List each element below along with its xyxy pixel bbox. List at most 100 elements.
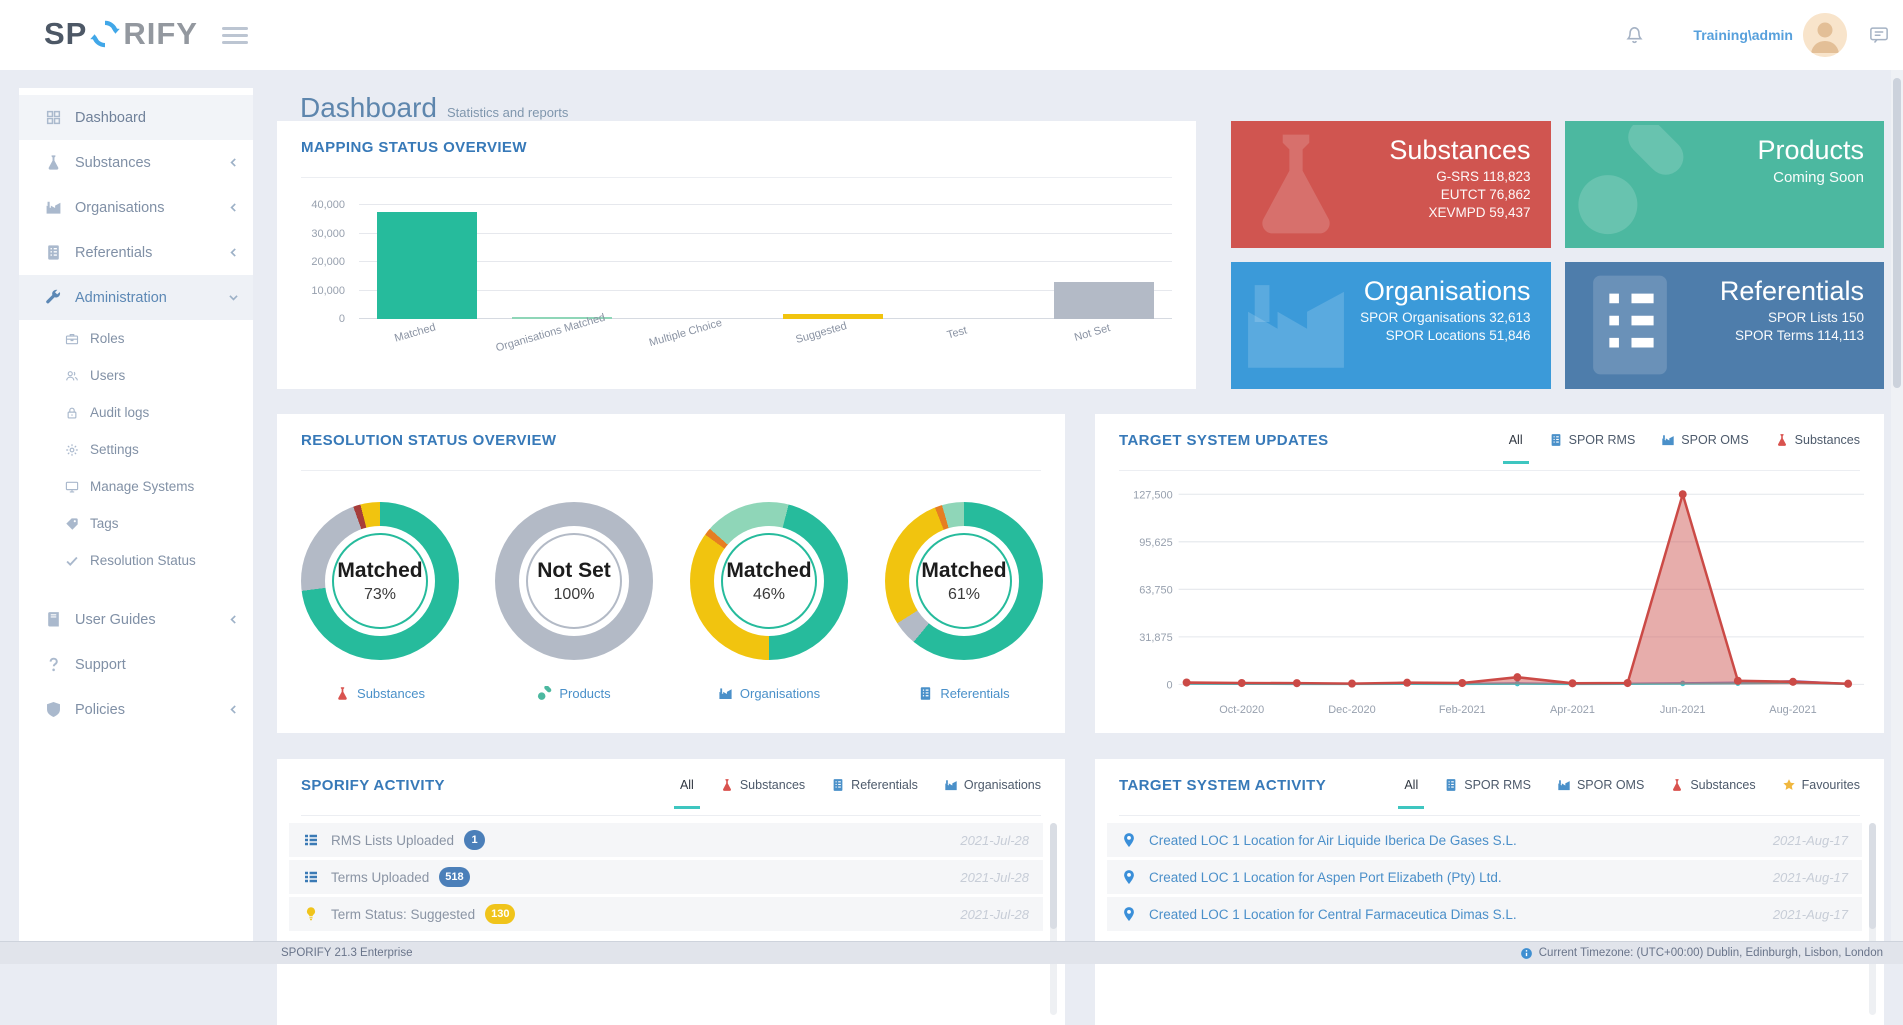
factory-icon [718, 686, 733, 701]
list-item[interactable]: RMS Lists Uploaded 1 2021-Jul-28 [289, 823, 1043, 857]
sidebar-item-tags[interactable]: Tags [19, 505, 253, 542]
sidebar-item-settings[interactable]: Settings [19, 431, 253, 468]
sidebar-item-roles[interactable]: Roles [19, 320, 253, 357]
tab-substances[interactable]: Substances [1670, 778, 1755, 792]
notifications-bell-icon[interactable] [1624, 24, 1645, 45]
panel-title: TARGET SYSTEM ACTIVITY [1119, 777, 1326, 794]
list-icon [1549, 433, 1563, 447]
activity-list: RMS Lists Uploaded 1 2021-Jul-28 Terms U… [289, 823, 1043, 934]
panel-title: TARGET SYSTEM UPDATES [1119, 432, 1329, 449]
list-scrollbar[interactable] [1050, 823, 1057, 1015]
item-date: 2021-Aug-17 [1773, 907, 1848, 922]
menu-toggle-icon[interactable] [222, 27, 248, 44]
sidebar-item-dashboard[interactable]: Dashboard [19, 95, 253, 140]
products-card[interactable]: Products Coming Soon [1565, 121, 1885, 248]
tab-spor-rms[interactable]: SPOR RMS [1444, 778, 1531, 792]
tab-favourites[interactable]: Favourites [1782, 778, 1860, 792]
tab-substances[interactable]: Substances [720, 778, 805, 792]
sidebar-item-audit-logs[interactable]: Audit logs [19, 394, 253, 431]
item-date: 2021-Jul-28 [960, 870, 1029, 885]
organisations-card[interactable]: Organisations SPOR Organisations 32,613 … [1231, 262, 1551, 389]
tab-all[interactable]: All [1404, 778, 1418, 792]
list-icon [1444, 778, 1458, 792]
sidebar-item-substances[interactable]: Substances [19, 140, 253, 185]
bar-suggested [783, 314, 883, 319]
activity-link[interactable]: Created LOC 1 Location for Air Liquide I… [1149, 833, 1517, 848]
substances-card[interactable]: Substances G-SRS 118,823 EUTCT 76,862 XE… [1231, 121, 1551, 248]
sidebar-item-referentials[interactable]: Referentials [19, 230, 253, 275]
monitor-icon [65, 480, 79, 494]
flask-icon [335, 686, 350, 701]
donut-substances: Matched 73% [301, 502, 459, 660]
item-date: 2021-Jul-28 [960, 833, 1029, 848]
tab-organisations[interactable]: Organisations [944, 778, 1041, 792]
donut-caption-substances[interactable]: Substances [301, 686, 459, 701]
list-item[interactable]: Created LOC 1 Location for Air Liquide I… [1107, 823, 1862, 857]
app-logo[interactable]: SP RIFY [44, 16, 198, 52]
briefcase-icon [65, 332, 79, 346]
check-icon [65, 554, 79, 568]
activity-link[interactable]: Created LOC 1 Location for Aspen Port El… [1149, 870, 1502, 885]
tab-substances[interactable]: Substances [1775, 433, 1860, 447]
svg-text:63,750: 63,750 [1139, 584, 1172, 596]
sidebar-item-policies[interactable]: Policies [19, 687, 253, 732]
sync-logo-icon [90, 19, 120, 49]
bar-matched [377, 212, 477, 319]
current-user[interactable]: Training\admin [1693, 27, 1793, 43]
donut-caption-products[interactable]: Products [495, 686, 653, 701]
question-icon [45, 656, 62, 673]
svg-text:0: 0 [1167, 679, 1173, 691]
svg-text:Jun-2021: Jun-2021 [1660, 704, 1706, 716]
donut-products: Not Set 100% [495, 502, 653, 660]
activity-link[interactable]: Created LOC 1 Location for Central Farma… [1149, 907, 1517, 922]
svg-text:Feb-2021: Feb-2021 [1439, 704, 1486, 716]
item-date: 2021-Jul-28 [960, 907, 1029, 922]
tab-all[interactable]: All [680, 778, 694, 792]
sidebar-item-user-guides[interactable]: User Guides [19, 597, 253, 642]
mapping-status-panel: MAPPING STATUS OVERVIEW 010,00020,00030,… [277, 121, 1196, 389]
factory-icon [1661, 433, 1675, 447]
svg-text:127,500: 127,500 [1133, 489, 1173, 501]
pills-icon [1571, 125, 1689, 243]
list-item[interactable]: Term Status: Suggested 130 2021-Jul-28 [289, 897, 1043, 931]
sidebar-item-manage-systems[interactable]: Manage Systems [19, 468, 253, 505]
list-icon [45, 244, 62, 261]
star-icon [1782, 778, 1796, 792]
item-date: 2021-Aug-17 [1773, 870, 1848, 885]
donut-caption-referentials[interactable]: Referentials [885, 686, 1043, 701]
chat-icon[interactable] [1868, 25, 1890, 45]
donut-caption-organisations[interactable]: Organisations [690, 686, 848, 701]
tab-spor-oms[interactable]: SPOR OMS [1557, 778, 1644, 792]
flask-icon [720, 778, 734, 792]
sidebar-item-administration[interactable]: Administration [19, 275, 253, 320]
window-scrollbar[interactable] [1891, 70, 1903, 964]
list-item[interactable]: Created LOC 1 Location for Central Farma… [1107, 897, 1862, 931]
flask-icon [1775, 433, 1789, 447]
sidebar-item-users[interactable]: Users [19, 357, 253, 394]
list-icon [1571, 266, 1689, 384]
svg-text:Aug-2021: Aug-2021 [1769, 704, 1816, 716]
chevron-down-icon [228, 292, 239, 303]
factory-icon [944, 778, 958, 792]
factory-icon [1557, 778, 1571, 792]
top-bar: SP RIFY Training\admin [0, 0, 1903, 70]
tab-all[interactable]: All [1509, 433, 1523, 447]
referentials-card[interactable]: Referentials SPOR Lists 150 SPOR Terms 1… [1565, 262, 1885, 389]
count-badge: 518 [439, 867, 469, 887]
resolution-status-panel: RESOLUTION STATUS OVERVIEW Matched 73% N… [277, 414, 1065, 733]
tab-referentials[interactable]: Referentials [831, 778, 918, 792]
list-item[interactable]: Created LOC 1 Location for Aspen Port El… [1107, 860, 1862, 894]
sidebar-item-support[interactable]: Support [19, 642, 253, 687]
sidebar-item-organisations[interactable]: Organisations [19, 185, 253, 230]
shield-icon [45, 701, 62, 718]
tab-spor-rms[interactable]: SPOR RMS [1549, 433, 1636, 447]
tab-spor-oms[interactable]: SPOR OMS [1661, 433, 1748, 447]
flask-icon [1670, 778, 1684, 792]
sidebar-item-resolution-status[interactable]: Resolution Status [19, 542, 253, 579]
list-item[interactable]: Terms Uploaded 518 2021-Jul-28 [289, 860, 1043, 894]
factory-icon [45, 199, 62, 216]
avatar[interactable] [1803, 13, 1847, 57]
list-scrollbar[interactable] [1869, 823, 1876, 1015]
logo-text-left: SP [44, 16, 87, 52]
timezone-text: Current Timezone: (UTC+00:00) Dublin, Ed… [1539, 947, 1883, 959]
